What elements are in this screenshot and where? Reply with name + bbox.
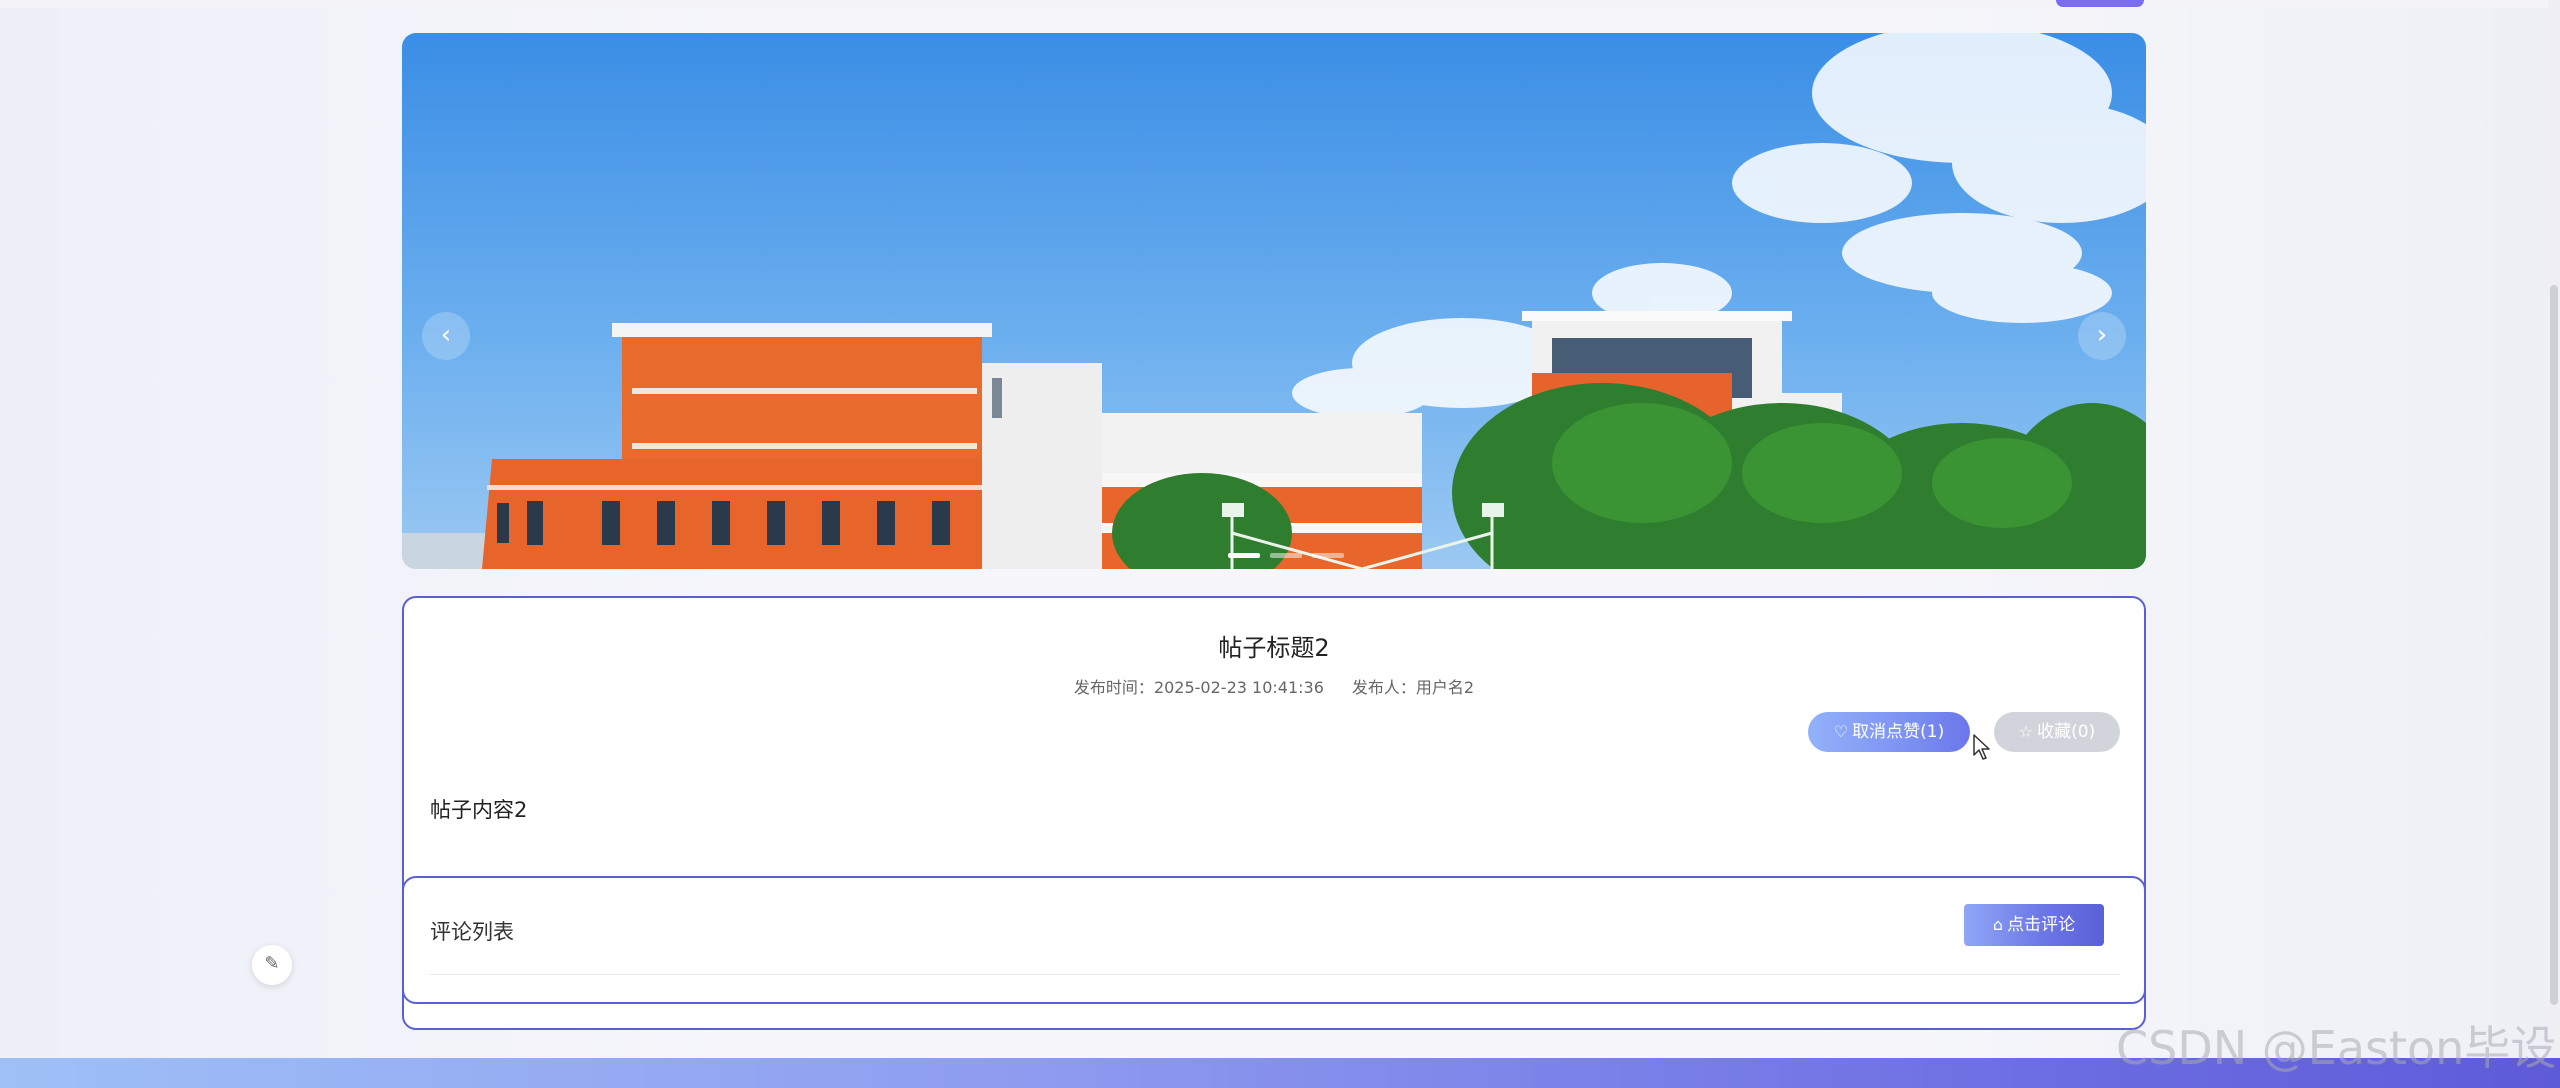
carousel-indicator[interactable] <box>1312 553 1344 558</box>
carousel-indicators <box>1228 553 1344 558</box>
add-comment-button[interactable]: ⌂ 点击评论 <box>1964 904 2104 946</box>
star-icon: ☆ <box>2018 722 2034 741</box>
author-label: 发布人： <box>1351 678 1416 697</box>
comment-list-title: 评论列表 <box>430 920 514 944</box>
carousel-indicator[interactable] <box>1270 553 1302 558</box>
unlike-button-label: 取消点赞(1) <box>1852 722 1945 742</box>
comment-list-panel: 评论列表 ⌂ 点击评论 <box>402 876 2146 1004</box>
image-carousel[interactable]: ‹ › <box>402 33 2146 569</box>
carousel-next-button[interactable]: › <box>2078 312 2126 360</box>
watermark-text: CSDN @Easton毕设 <box>2116 1021 2557 1075</box>
add-comment-button-label: 点击评论 <box>2007 915 2076 935</box>
edit-icon[interactable]: ✎ <box>252 945 292 985</box>
carousel-indicator[interactable] <box>1228 553 1260 558</box>
publish-time: 2025-02-23 10:41:36 <box>1153 678 1324 697</box>
top-nav-bar <box>0 0 2560 8</box>
mouse-cursor-icon <box>1973 734 1990 760</box>
comment-icon: ⌂ <box>1992 915 2004 934</box>
post-meta: 发布时间：2025-02-23 10:41:36 发布人：用户名2 <box>404 674 2144 698</box>
unlike-button[interactable]: ♡ 取消点赞(1) <box>1808 712 1970 752</box>
post-content: 帖子内容2 <box>430 798 528 822</box>
top-nav-active-indicator[interactable] <box>2056 0 2144 7</box>
heart-icon: ♡ <box>1833 722 1849 741</box>
favorite-button-label: 收藏(0) <box>2037 722 2096 742</box>
carousel-slide-image <box>402 33 2146 569</box>
publish-time-label: 发布时间： <box>1073 678 1154 697</box>
scrollbar-thumb[interactable] <box>2550 285 2558 1005</box>
carousel-prev-button[interactable]: ‹ <box>422 312 470 360</box>
author-name: 用户名2 <box>1415 678 1475 697</box>
post-title: 帖子标题2 <box>1218 634 1330 662</box>
favorite-button[interactable]: ☆ 收藏(0) <box>1994 712 2120 752</box>
post-detail-card: 帖子标题2 发布时间：2025-02-23 10:41:36 发布人：用户名2 ♡… <box>402 596 2146 1030</box>
comment-divider <box>430 974 2120 975</box>
